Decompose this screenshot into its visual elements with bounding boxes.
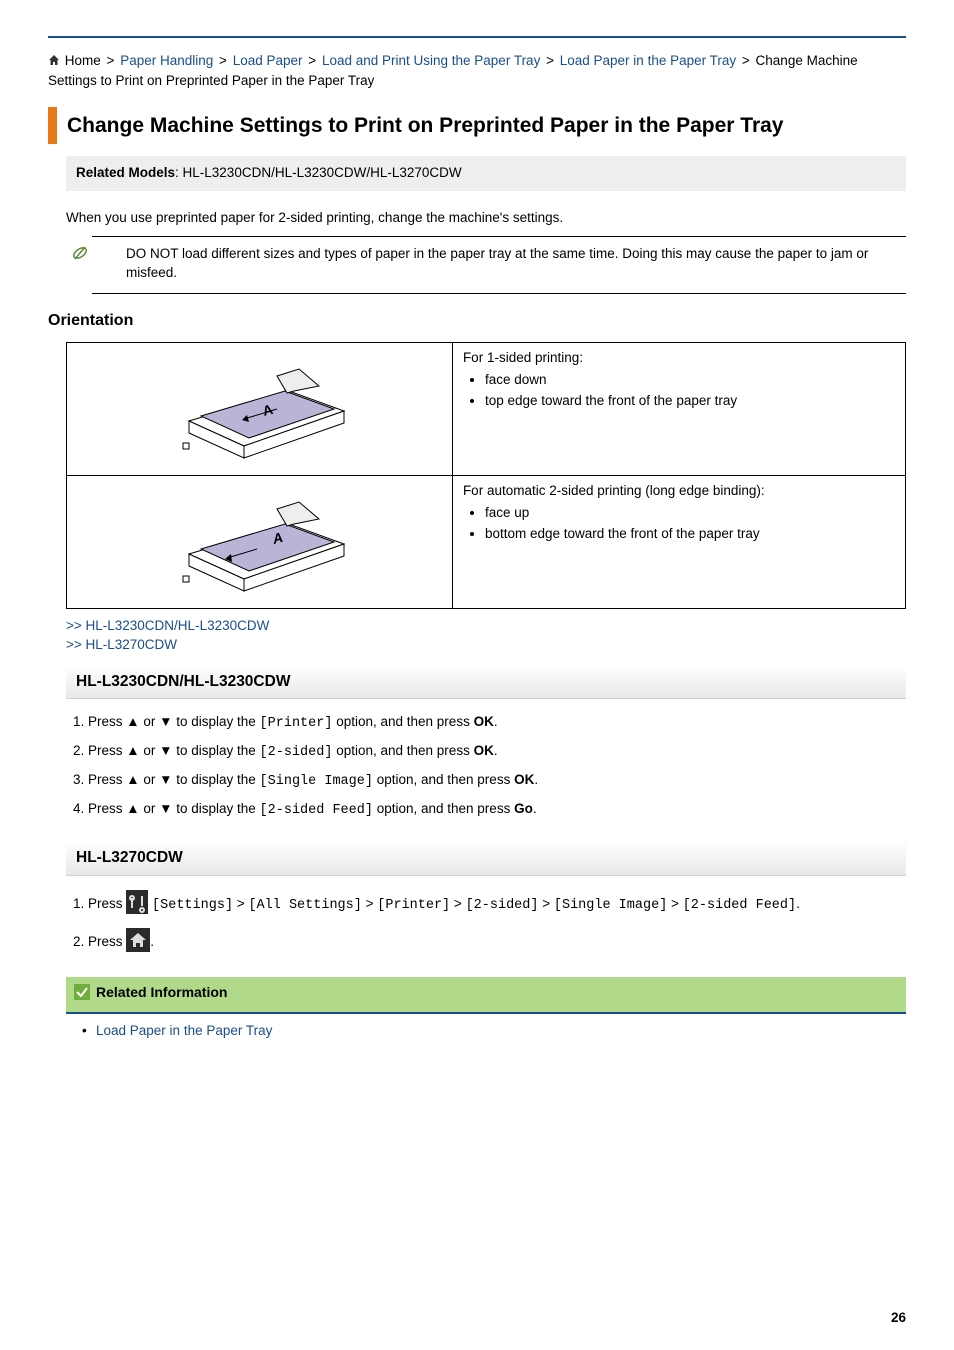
orientation-desc: For automatic 2-sided printing (long edg… — [452, 476, 905, 609]
breadcrumb-link[interactable]: Load and Print Using the Paper Tray — [322, 53, 540, 68]
orientation-bullet: bottom edge toward the front of the pape… — [485, 524, 895, 545]
step-item: Press ▲ or ▼ to display the [Printer] op… — [88, 709, 906, 738]
lcd-option: [Printer] — [260, 716, 333, 731]
page-number: 26 — [48, 1309, 906, 1328]
tray-face-up-illustration: A — [159, 484, 359, 594]
breadcrumb: Home > Paper Handling > Load Paper > Loa… — [48, 50, 906, 97]
orientation-lead: For 1-sided printing: — [463, 349, 895, 368]
tray-image-cell: A — [67, 476, 453, 609]
model-section-heading: HL-L3230CDN/HL-L3230CDW — [66, 665, 906, 700]
model-section-heading: HL-L3270CDW — [66, 841, 906, 876]
lcd-option: [2-sided Feed] — [683, 898, 796, 913]
key-name: Go — [514, 801, 533, 816]
note-text: DO NOT load different sizes and types of… — [126, 246, 868, 280]
orientation-table: A For 1-sided printing: face down top ed… — [66, 342, 906, 609]
home-icon — [48, 53, 60, 72]
related-info: Related Information Load Paper in the Pa… — [66, 977, 906, 1048]
tray-image-cell: A — [67, 343, 453, 476]
breadcrumb-link[interactable]: Paper Handling — [120, 53, 213, 68]
step-item: Press ▲ or ▼ to display the [2-sided] op… — [88, 738, 906, 767]
orientation-desc: For 1-sided printing: face down top edge… — [452, 343, 905, 476]
related-models-label: Related Models — [76, 165, 175, 180]
breadcrumb-link[interactable]: Load Paper — [233, 53, 303, 68]
orientation-bullet: face down — [485, 370, 895, 391]
lcd-option: [2-sided Feed] — [260, 803, 373, 818]
breadcrumb-home[interactable]: Home — [65, 53, 101, 68]
tray-face-down-illustration: A — [159, 351, 359, 461]
anchor-links: >> HL-L3230CDN/HL-L3230CDW >> HL-L3270CD… — [66, 617, 906, 655]
lcd-option: [Settings] — [152, 898, 233, 913]
lcd-option: [All Settings] — [248, 898, 361, 913]
step-item: Press [Settings] > [All Settings] > [Pri… — [88, 886, 906, 924]
lcd-option: [2-sided] — [466, 898, 539, 913]
settings-tool-icon — [126, 890, 148, 920]
home-button-icon — [126, 928, 150, 958]
orientation-bullet: face up — [485, 503, 895, 524]
breadcrumb-link[interactable]: Load Paper in the Paper Tray — [560, 53, 736, 68]
steps-list: Press [Settings] > [All Settings] > [Pri… — [66, 886, 906, 962]
lcd-option: [Single Image] — [260, 774, 373, 789]
related-info-heading: Related Information — [66, 977, 906, 1014]
check-icon — [74, 984, 90, 1006]
step-item: Press . — [88, 924, 906, 962]
note-box: DO NOT load different sizes and types of… — [92, 236, 906, 294]
orientation-bullet: top edge toward the front of the paper t… — [485, 391, 895, 412]
anchor-link[interactable]: >> HL-L3230CDN/HL-L3230CDW — [66, 617, 906, 636]
key-name: OK — [474, 714, 494, 729]
key-name: OK — [514, 772, 534, 787]
related-models: Related Models: HL-L3230CDN/HL-L3230CDW/… — [66, 156, 906, 191]
lcd-option: [Printer] — [377, 898, 450, 913]
lcd-option: [Single Image] — [554, 898, 667, 913]
note-icon — [70, 243, 90, 269]
page-title: Change Machine Settings to Print on Prep… — [48, 107, 906, 144]
step-item: Press ▲ or ▼ to display the [2-sided Fee… — [88, 796, 906, 825]
related-models-value: : HL-L3230CDN/HL-L3230CDW/HL-L3270CDW — [175, 165, 462, 180]
table-row: A For automatic 2-sided printing (long e… — [67, 476, 906, 609]
anchor-link[interactable]: >> HL-L3270CDW — [66, 636, 906, 655]
lcd-option: [2-sided] — [260, 745, 333, 760]
related-info-link[interactable]: Load Paper in the Paper Tray — [96, 1023, 272, 1038]
key-name: OK — [474, 743, 494, 758]
orientation-heading: Orientation — [48, 310, 906, 332]
step-item: Press ▲ or ▼ to display the [Single Imag… — [88, 767, 906, 796]
table-row: A For 1-sided printing: face down top ed… — [67, 343, 906, 476]
related-info-item: Load Paper in the Paper Tray — [96, 1022, 876, 1041]
steps-list: Press ▲ or ▼ to display the [Printer] op… — [66, 709, 906, 825]
orientation-lead: For automatic 2-sided printing (long edg… — [463, 482, 895, 501]
intro-text: When you use preprinted paper for 2-side… — [66, 209, 906, 228]
